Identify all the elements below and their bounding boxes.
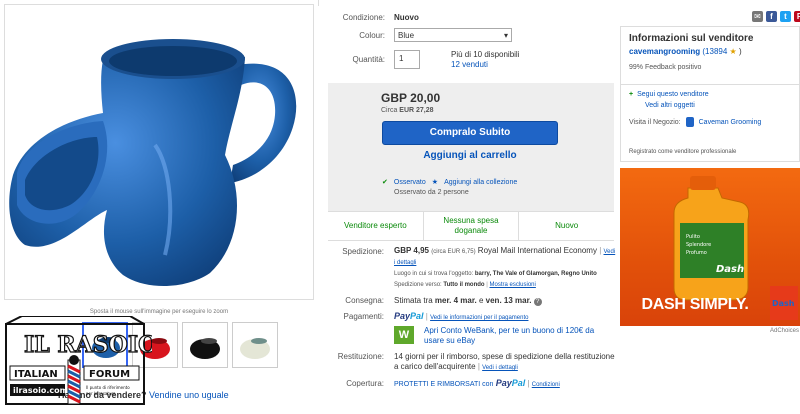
shipping-price: GBP 4,95 <box>394 246 429 255</box>
ships-to: Spedizione verso: Tutto il mondo | Mostr… <box>394 282 536 288</box>
svg-text:FORUM: FORUM <box>89 369 130 380</box>
item-details: Condizione: Nuovo Colour: Blue ▾ Quantit… <box>318 0 618 412</box>
seller-links: + Segui questo venditore Vedi altri ogge… <box>621 84 799 133</box>
feedback-percent: 99% Feedback positivo <box>629 64 702 71</box>
price: GBP 20,00 <box>381 91 441 105</box>
add-to-cart-button[interactable]: Aggiungi al carrello <box>382 150 558 161</box>
shipping-service: Royal Mail International Economy <box>477 246 597 255</box>
sell-one-link[interactable]: Vendine uno uguale <box>149 390 229 400</box>
share-icons: ✉ f t P <box>752 11 800 22</box>
thumbnail-cream[interactable] <box>232 322 278 368</box>
trust-badges: Venditore esperto Nessuna spesa doganale… <box>328 211 614 241</box>
quantity-label: Quantità: <box>352 55 385 64</box>
star-icon: ★ <box>431 179 439 186</box>
svg-text:Il punto di riferimento: Il punto di riferimento <box>86 385 130 390</box>
shipping-approx: (circa EUR 6,75) <box>431 249 476 255</box>
returns-label: Restituzione: <box>337 352 384 361</box>
add-collection-link[interactable]: Aggiungi alla collezione <box>444 179 517 186</box>
coverage-label: Copertura: <box>346 379 384 388</box>
il-rasoio-logo: IL RASOIO ITALIAN FORUM ilrasoio.com Il … <box>2 315 158 412</box>
svg-text:ITALIAN: ITALIAN <box>14 369 58 380</box>
seller-box: Informazioni sul venditore cavemangroomi… <box>620 26 800 162</box>
store-row: Visita il Negozio: Caveman Grooming <box>629 117 791 127</box>
delivery-value: Stimata tra mer. 4 mar. e ven. 13 mar. ? <box>394 296 616 306</box>
svg-text:Dash: Dash <box>772 299 795 308</box>
other-items-row: Vedi altri oggetti <box>629 102 791 109</box>
conditions-link[interactable]: Condizioni <box>532 382 560 388</box>
badge-new: Nuovo <box>555 221 579 230</box>
top-divider <box>318 0 319 6</box>
seller-name-row: cavemangrooming (13894 ★ ) <box>629 47 742 56</box>
check-icon: ✔ <box>382 179 388 186</box>
store-label: Visita il Negozio: <box>629 118 681 126</box>
available-count: Più di 10 disponibili <box>451 50 520 59</box>
webank-link[interactable]: Apri Conto WeBank, per te un buono di 12… <box>424 326 614 346</box>
paypal-logo-coverage: PayPal <box>495 378 526 388</box>
exclusions-link[interactable]: Mostra esclusioni <box>490 282 536 288</box>
condition-value: Nuovo <box>394 13 419 22</box>
email-icon[interactable]: ✉ <box>752 11 763 22</box>
adchoices-link[interactable]: AdChoices <box>770 328 799 334</box>
svg-text:Splendore: Splendore <box>686 242 711 248</box>
follow-seller[interactable]: + Segui questo venditore <box>629 91 791 98</box>
svg-text:Pulito: Pulito <box>686 234 700 240</box>
payment-info-link[interactable]: Vedi le informazioni per il pagamento <box>430 315 528 321</box>
twitter-icon[interactable]: t <box>780 11 791 22</box>
shooting-star-icon: ★ <box>729 47 737 56</box>
plus-icon: + <box>629 91 634 98</box>
ad-slogan: DASH SIMPLY. <box>641 296 749 313</box>
thumbnail-black[interactable] <box>182 322 228 368</box>
seller-score[interactable]: (13894 <box>702 47 727 56</box>
payments-label: Pagamenti: <box>343 312 384 321</box>
chevron-down-icon: ▾ <box>503 30 508 40</box>
condition-label: Condizione: <box>342 13 385 22</box>
image-column: Sposta il mouse sull'immagine per esegui… <box>0 0 318 412</box>
seller-title: Informazioni sul venditore <box>629 33 754 44</box>
follow-seller-link[interactable]: Segui questo venditore <box>637 91 709 98</box>
svg-text:per la rasatura: per la rasatura <box>86 391 116 396</box>
quantity-input[interactable]: 1 <box>394 50 420 69</box>
store-icon <box>685 117 694 127</box>
item-location: Luogo in cui si trova l'oggetto: barry, … <box>394 271 597 277</box>
colour-selected-value: Blue <box>398 30 415 40</box>
shaving-mug-image <box>9 39 297 287</box>
product-main-image[interactable] <box>4 4 314 300</box>
svg-text:Dash: Dash <box>716 264 744 275</box>
paypal-logo: PayPal <box>394 311 424 321</box>
price-approx: Circa EUR 27,28 <box>381 107 434 114</box>
seller-name-link[interactable]: cavemangrooming <box>629 47 700 56</box>
payments-value: PayPal | Vedi le informazioni per il pag… <box>394 311 529 321</box>
webank-icon: W <box>394 326 414 344</box>
returns-value: 14 giorni per il rimborso, spese di sped… <box>394 352 615 371</box>
store-link[interactable]: Caveman Grooming <box>699 119 762 126</box>
colour-select[interactable]: Blue ▾ <box>394 28 512 42</box>
shipping-value: GBP 4,95 (circa EUR 6,75) Royal Mail Int… <box>394 246 616 288</box>
logo-title: IL RASOIO <box>24 332 152 358</box>
other-items-link[interactable]: Vedi altri oggetti <box>645 102 695 109</box>
watch-count: Osservato da 2 persone <box>394 189 469 196</box>
watch-row: ✔ Osservato ★ Aggiungi alla collezione <box>382 178 517 187</box>
right-column: ✉ f t P Informazioni sul venditore cavem… <box>620 0 800 412</box>
buy-now-button[interactable]: Compralo Subito <box>382 121 558 145</box>
delivery-label: Consegna: <box>345 296 384 305</box>
zoom-hint: Sposta il mouse sull'immagine per esegui… <box>89 309 229 315</box>
watched-link[interactable]: Osservato <box>394 179 426 186</box>
shipping-label: Spedizione: <box>342 247 384 256</box>
dash-advertisement[interactable]: Pulito Splendore Profumo Dash Dash DASH … <box>620 168 800 326</box>
colour-label: Colour: <box>359 31 385 40</box>
svg-text:Profumo: Profumo <box>686 250 707 256</box>
facebook-icon[interactable]: f <box>766 11 777 22</box>
buy-box: GBP 20,00 Circa EUR 27,28 Compralo Subit… <box>328 83 614 211</box>
coverage-text: PROTETTI E RIMBORSATI con <box>394 381 494 388</box>
sold-count-link[interactable]: 12 venduti <box>451 60 520 70</box>
logo-url: ilrasoio.com <box>13 386 68 395</box>
registered-seller: Registrato come venditore professionale <box>629 149 737 155</box>
coverage-value: PROTETTI E RIMBORSATI con PayPal | Condi… <box>394 378 560 388</box>
badge-no-customs: Nessuna spesa doganale <box>424 212 520 240</box>
badge-experienced-seller: Venditore esperto <box>328 212 424 240</box>
returns-details-link[interactable]: Vedi i dettagli <box>482 365 518 371</box>
info-icon[interactable]: ? <box>533 298 542 306</box>
pinterest-icon[interactable]: P <box>794 11 800 22</box>
availability: Più di 10 disponibili 12 venduti <box>451 50 520 70</box>
